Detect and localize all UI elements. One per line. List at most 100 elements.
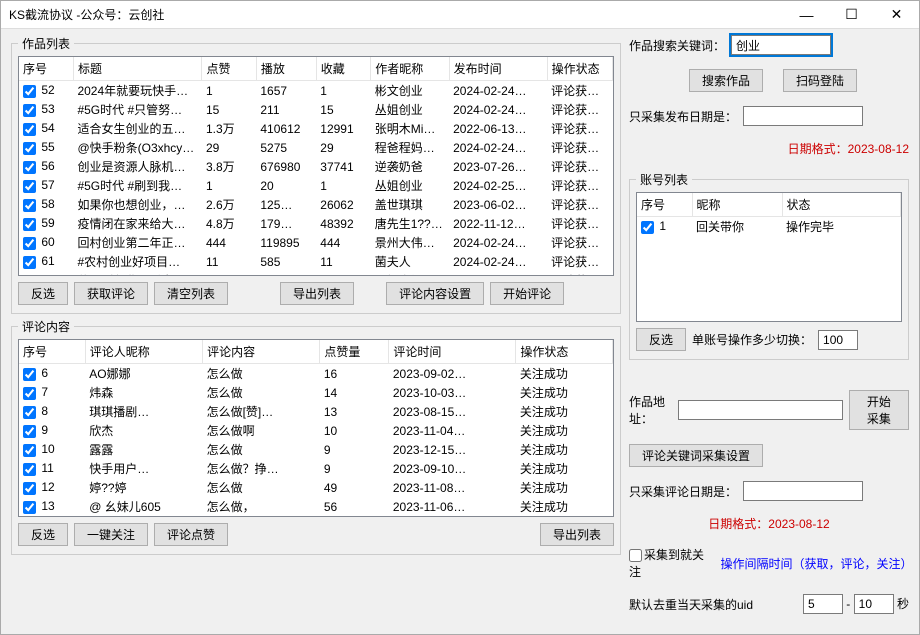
maximize-button[interactable]: ☐	[829, 1, 874, 29]
table-row[interactable]: 55@快手粉条(O3xhcy…29527529程爸程妈…2024-02-24…评…	[19, 138, 613, 157]
comments-export-button[interactable]: 导出列表	[540, 523, 614, 546]
table-row[interactable]: 58如果你也想创业，…2.6万125…26062盖世琪琪2023-06-02…评…	[19, 195, 613, 214]
search-label: 作品搜索关键词：	[629, 37, 725, 54]
table-row[interactable]: 53#5G时代 #只管努…1521115丛姐创业2024-02-24…评论获…	[19, 100, 613, 119]
table-row[interactable]: 12婷??婷怎么做492023-11-08…关注成功	[19, 478, 613, 497]
row-checkbox[interactable]	[23, 218, 36, 231]
works-legend: 作品列表	[18, 35, 74, 52]
row-checkbox[interactable]	[23, 199, 36, 212]
table-row[interactable]: 1回关带你操作完毕	[637, 217, 901, 237]
table-row[interactable]: 11快手用户…怎么做？挣…92023-09-10…关注成功	[19, 459, 613, 478]
clear-list-button[interactable]: 清空列表	[154, 282, 228, 305]
row-checkbox[interactable]	[23, 237, 36, 250]
column-header[interactable]: 序号	[19, 340, 85, 364]
column-header[interactable]: 标题	[73, 57, 202, 81]
scan-login-button[interactable]: 扫码登陆	[783, 69, 857, 92]
account-table: 序号昵称状态 1回关带你操作完毕	[637, 193, 901, 236]
interval-min-input[interactable]	[803, 594, 843, 614]
table-row[interactable]: 62什么叫创业，看完…2.7万82249826727周杨幸福…2023-05-2…	[19, 271, 613, 275]
get-comments-button[interactable]: 获取评论	[74, 282, 148, 305]
dedup-label: 默认去重当天采集的uid	[629, 596, 753, 613]
comment-date-input[interactable]	[743, 481, 863, 501]
row-checkbox[interactable]	[23, 482, 36, 495]
account-invert-select-button[interactable]: 反选	[636, 328, 686, 351]
comments-invert-select-button[interactable]: 反选	[18, 523, 68, 546]
start-collect-button[interactable]: 开始采集	[849, 390, 909, 430]
column-header[interactable]: 收藏	[316, 57, 370, 81]
pub-date-label: 只采集发布日期是：	[629, 108, 737, 125]
table-row[interactable]: 7炜森怎么做142023-10-03…关注成功	[19, 383, 613, 402]
table-row[interactable]: 13@ 幺妹儿605怎么做，562023-11-06…关注成功	[19, 497, 613, 516]
row-checkbox[interactable]	[23, 406, 36, 419]
row-checkbox[interactable]	[23, 180, 36, 193]
works-invert-select-button[interactable]: 反选	[18, 282, 68, 305]
row-checkbox[interactable]	[23, 142, 36, 155]
single-switch-input[interactable]	[818, 330, 858, 350]
column-header[interactable]: 操作状态	[547, 57, 612, 81]
bulk-follow-button[interactable]: 一键关注	[74, 523, 148, 546]
start-comment-button[interactable]: 开始评论	[490, 282, 564, 305]
row-checkbox[interactable]	[23, 425, 36, 438]
column-header[interactable]: 评论内容	[203, 340, 320, 364]
close-button[interactable]: ✕	[874, 1, 919, 29]
row-checkbox[interactable]	[23, 501, 36, 514]
comments-table: 序号评论人昵称评论内容点赞量评论时间操作状态 6AO娜娜怎么做162023-09…	[19, 340, 613, 516]
table-row[interactable]: 59疫情闭在家来给大…4.8万179…48392唐先生1??…2022-11-1…	[19, 214, 613, 233]
follow-on-collect-checkbox[interactable]: 采集到就关注	[629, 546, 714, 580]
column-header[interactable]: 点赞量	[320, 340, 389, 364]
work-url-input[interactable]	[678, 400, 843, 420]
account-panel: 账号列表 序号昵称状态 1回关带你操作完毕 反选 单账号操作多少切换：	[629, 171, 909, 360]
column-header[interactable]: 评论时间	[389, 340, 516, 364]
minimize-button[interactable]: —	[784, 1, 829, 29]
column-header[interactable]: 点赞	[202, 57, 256, 81]
comment-keyword-settings-button[interactable]: 评论关键词采集设置	[629, 444, 763, 467]
table-row[interactable]: 57#5G时代 #刷到我…1201丛姐创业2024-02-25…评论获…	[19, 176, 613, 195]
table-row[interactable]: 522024年就要玩快手…116571彬文创业2024-02-24…评论获…	[19, 81, 613, 101]
single-switch-label: 单账号操作多少切换：	[692, 331, 812, 348]
column-header[interactable]: 序号	[637, 193, 692, 217]
titlebar: KS截流协议 -公众号：云创社 — ☐ ✕	[1, 1, 919, 29]
row-checkbox[interactable]	[23, 104, 36, 117]
row-checkbox[interactable]	[23, 368, 36, 381]
work-url-label: 作品地址：	[629, 393, 672, 427]
table-row[interactable]: 10露露怎么做92023-12-15…关注成功	[19, 440, 613, 459]
table-row[interactable]: 8琪琪播剧…怎么做[赞]…132023-08-15…关注成功	[19, 402, 613, 421]
interval-max-input[interactable]	[854, 594, 894, 614]
column-header[interactable]: 序号	[19, 57, 73, 81]
column-header[interactable]: 评论人昵称	[85, 340, 202, 364]
like-comment-button[interactable]: 评论点赞	[154, 523, 228, 546]
comments-panel: 评论内容 序号评论人昵称评论内容点赞量评论时间操作状态 6AO娜娜怎么做1620…	[11, 318, 621, 555]
column-header[interactable]: 作者昵称	[371, 57, 449, 81]
table-row[interactable]: 56创业是资源人脉机…3.8万67698037741逆袭奶爸2023-07-26…	[19, 157, 613, 176]
works-panel: 作品列表 序号标题点赞播放收藏作者昵称发布时间操作状态 522024年就要玩快手…	[11, 35, 621, 314]
table-row[interactable]: 61#农村创业好项目…1158511菌夫人2024-02-24…评论获…	[19, 252, 613, 271]
search-input[interactable]	[731, 35, 831, 55]
row-checkbox[interactable]	[23, 123, 36, 136]
row-checkbox[interactable]	[23, 85, 36, 98]
row-checkbox[interactable]	[641, 221, 654, 234]
table-row[interactable]: 6AO娜娜怎么做162023-09-02…关注成功	[19, 364, 613, 384]
date-format-hint-2: 日期格式：2023-08-12	[708, 515, 829, 532]
column-header[interactable]: 播放	[256, 57, 316, 81]
row-checkbox[interactable]	[23, 463, 36, 476]
column-header[interactable]: 昵称	[692, 193, 782, 217]
row-checkbox[interactable]	[23, 161, 36, 174]
row-checkbox[interactable]	[23, 256, 36, 269]
column-header[interactable]: 发布时间	[449, 57, 547, 81]
table-row[interactable]: 54适合女生创业的五…1.3万41061212991张明木Mi…2022-06-…	[19, 119, 613, 138]
column-header[interactable]: 状态	[782, 193, 901, 217]
works-export-button[interactable]: 导出列表	[280, 282, 354, 305]
column-header[interactable]: 操作状态	[516, 340, 613, 364]
account-legend: 账号列表	[636, 171, 692, 188]
row-checkbox[interactable]	[23, 444, 36, 457]
table-row[interactable]: 9欣杰怎么做啊102023-11-04…关注成功	[19, 421, 613, 440]
search-works-button[interactable]: 搜索作品	[689, 69, 763, 92]
comment-date-label: 只采集评论日期是：	[629, 483, 737, 500]
comment-settings-button[interactable]: 评论内容设置	[386, 282, 484, 305]
works-table: 序号标题点赞播放收藏作者昵称发布时间操作状态 522024年就要玩快手…1165…	[19, 57, 613, 275]
table-row[interactable]: 60回村创业第二年正…444119895444景州大伟…2024-02-24…评…	[19, 233, 613, 252]
pub-date-input[interactable]	[743, 106, 863, 126]
window-title: KS截流协议 -公众号：云创社	[9, 6, 164, 23]
row-checkbox[interactable]	[23, 387, 36, 400]
date-format-hint-1: 日期格式：2023-08-12	[788, 140, 909, 157]
